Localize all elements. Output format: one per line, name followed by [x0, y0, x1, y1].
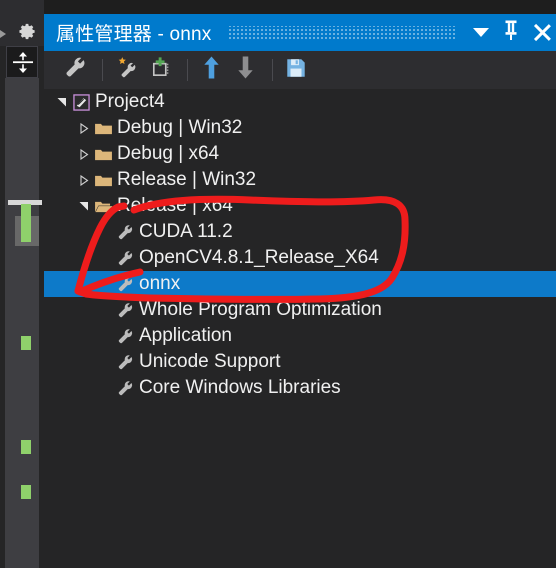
expander-collapsed-icon[interactable] [76, 141, 92, 167]
tree-row[interactable]: OpenCV4.8.1_Release_X64 [44, 245, 556, 271]
wrench-icon [114, 271, 136, 297]
change-marker [21, 485, 31, 499]
wrench-icon [64, 56, 87, 84]
folder-open-icon [92, 193, 114, 219]
panel-pin-button[interactable] [496, 14, 526, 51]
tree-row-label: onnx [139, 273, 181, 294]
tree-row[interactable]: Core Windows Libraries [44, 375, 556, 401]
tree-row-label: Project4 [95, 91, 165, 112]
tree-row[interactable]: Application [44, 323, 556, 349]
expander-collapsed-icon[interactable] [76, 167, 92, 193]
project-icon [70, 89, 92, 115]
tree-row[interactable]: Project4 [44, 89, 556, 115]
tree-row[interactable]: Release | x64 [44, 193, 556, 219]
tree-row[interactable]: Debug | x64 [44, 141, 556, 167]
add-existing-property-sheet-button[interactable] [145, 55, 175, 85]
toolbar-separator [187, 59, 188, 81]
arrow-down-icon [234, 55, 257, 85]
split-view-icon [13, 52, 33, 73]
tree-row-label: Debug | Win32 [117, 117, 243, 138]
move-down-button[interactable] [230, 55, 260, 85]
close-icon [532, 23, 551, 42]
tree-row-label: Release | Win32 [117, 169, 257, 190]
folder-closed-icon [92, 167, 114, 193]
tree-row[interactable]: CUDA 11.2 [44, 219, 556, 245]
tree-row-label: Debug | x64 [117, 143, 220, 164]
expander-collapsed-icon[interactable] [76, 115, 92, 141]
arrow-up-icon [200, 55, 223, 85]
save-icon [285, 57, 307, 84]
wrench-icon [114, 245, 136, 271]
properties-button[interactable] [60, 55, 90, 85]
tree-row-label: Application [139, 325, 232, 346]
property-sheet-tree[interactable]: Project4 Debug | Win32 Debug | x64 Release … [44, 89, 556, 568]
change-marker [21, 440, 31, 454]
tree-row[interactable]: Release | Win32 [44, 167, 556, 193]
chevron-down-icon [473, 28, 489, 37]
toolbar-separator [102, 59, 103, 81]
tree-row-label: OpenCV4.8.1_Release_X64 [139, 247, 379, 268]
split-view-button[interactable] [6, 46, 38, 78]
wrench-icon [114, 349, 136, 375]
property-manager-panel: 属性管理器 - onnx Project4 Debug | Win32 Debu… [44, 14, 556, 568]
editor-gutter [0, 0, 44, 568]
panel-toolbar [44, 51, 556, 89]
wrench-icon [114, 219, 136, 245]
tree-row-label: Whole Program Optimization [139, 299, 382, 320]
expander-expanded-icon[interactable] [76, 193, 92, 219]
tree-row[interactable]: onnx [44, 271, 556, 297]
tree-row[interactable]: Whole Program Optimization [44, 297, 556, 323]
folder-closed-icon [92, 115, 114, 141]
move-up-button[interactable] [196, 55, 226, 85]
add-property-sheet-icon [149, 56, 172, 84]
toolbar-separator [272, 59, 273, 81]
tree-row[interactable]: Unicode Support [44, 349, 556, 375]
panel-dropdown-button[interactable] [466, 14, 496, 51]
folder-closed-icon [92, 141, 114, 167]
tree-row-label: Release | x64 [117, 195, 233, 216]
pin-icon [501, 19, 521, 46]
panel-close-button[interactable] [526, 14, 556, 51]
screenshot-root: 属性管理器 - onnx Project4 Debug | Win32 Debu… [0, 0, 556, 568]
panel-titlebar[interactable]: 属性管理器 - onnx [44, 14, 556, 51]
save-button[interactable] [281, 55, 311, 85]
tree-row-label: CUDA 11.2 [139, 221, 233, 242]
wrench-icon [114, 375, 136, 401]
tree-row[interactable]: Debug | Win32 [44, 115, 556, 141]
change-marker [21, 204, 31, 242]
expander-expanded-icon[interactable] [54, 89, 70, 115]
add-new-property-sheet-button[interactable] [111, 55, 141, 85]
tree-row-label: Unicode Support [139, 351, 281, 372]
gear-icon[interactable] [18, 22, 37, 41]
dropdown-caret-icon[interactable] [0, 30, 6, 38]
wrench-icon [114, 297, 136, 323]
wrench-star-icon [115, 56, 138, 84]
tree-row-label: Core Windows Libraries [139, 377, 341, 398]
wrench-icon [114, 323, 136, 349]
panel-title: 属性管理器 - onnx [56, 24, 212, 45]
drag-handle[interactable] [227, 26, 456, 39]
change-marker [21, 336, 31, 350]
